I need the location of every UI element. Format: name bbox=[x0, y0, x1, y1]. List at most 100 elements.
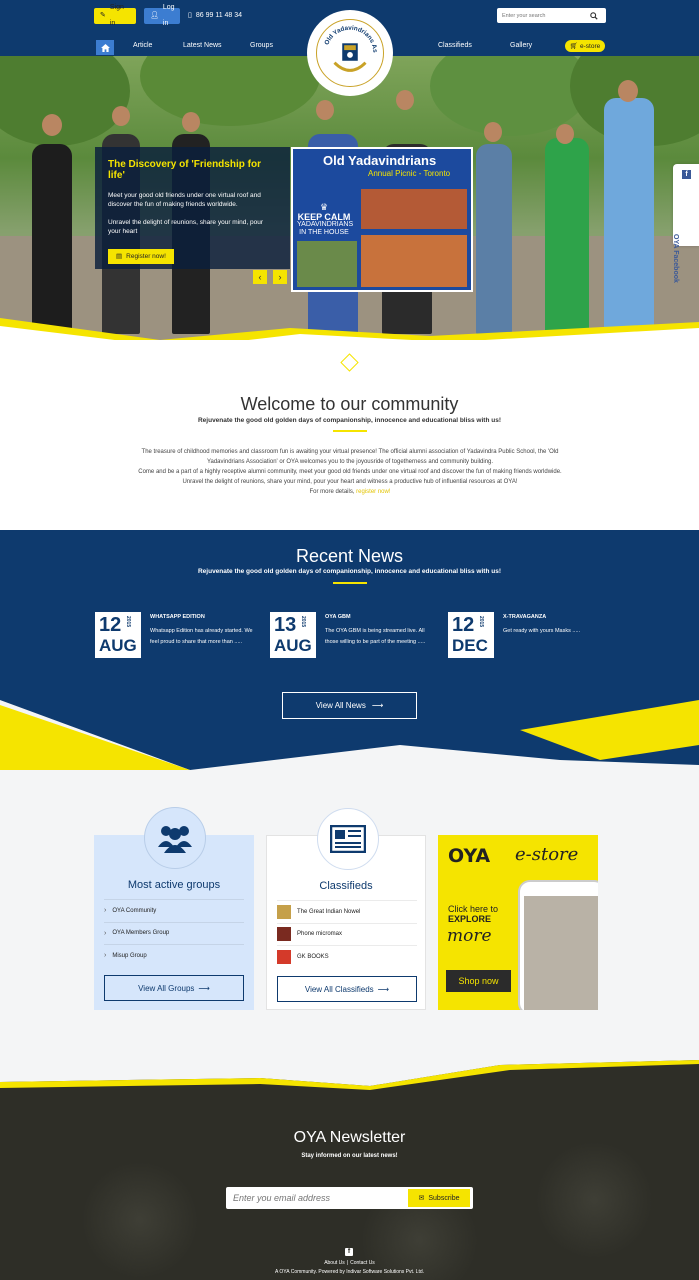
news-item-title[interactable]: WHATSAPP EDITION bbox=[150, 614, 205, 620]
oya-logo[interactable]: Old Yadavindrians Association bbox=[311, 14, 389, 92]
phone-number: ▯ 86 99 11 48 34 bbox=[188, 11, 243, 20]
news-item-title[interactable]: X-TRAVAGANZA bbox=[503, 614, 546, 620]
classified-item[interactable]: The Great Indian Nowel bbox=[277, 900, 417, 923]
search-icon[interactable] bbox=[587, 9, 600, 22]
classifieds-title: Classifieds bbox=[319, 880, 373, 892]
edit-icon: ✎ bbox=[100, 12, 106, 19]
group-item[interactable]: › OYA Community bbox=[104, 899, 244, 922]
facebook-side-label: OYA Facebook bbox=[672, 234, 679, 283]
arrow-right-icon: ⟶ bbox=[198, 983, 210, 993]
contact-us-link[interactable]: Contact Us bbox=[350, 1260, 375, 1266]
log-in-label: Log in bbox=[162, 4, 175, 27]
view-all-groups-button[interactable]: View All Groups ⟶ bbox=[104, 975, 244, 1001]
newsletter-subtitle: Stay informed on our latest news! bbox=[301, 1153, 398, 1159]
view-all-classifieds-button[interactable]: View All Classifieds ⟶ bbox=[277, 976, 417, 1002]
chevron-right-icon: › bbox=[104, 952, 107, 960]
cart-icon: 🛒︎ bbox=[569, 43, 579, 50]
log-in-button[interactable]: 👤︎ Log in bbox=[144, 4, 180, 27]
item-thumbnail bbox=[277, 904, 291, 919]
divider bbox=[333, 582, 367, 584]
register-now-button[interactable]: ▤ Register now! bbox=[108, 248, 174, 264]
chevron-right-icon: › bbox=[278, 272, 282, 282]
users-icon bbox=[158, 826, 192, 853]
item-thumbnail bbox=[277, 927, 291, 942]
register-label: Register now! bbox=[126, 252, 166, 260]
item-thumbnail bbox=[277, 949, 291, 964]
newsletter-form: ✉ Subscribe bbox=[226, 1187, 473, 1209]
news-item[interactable]: 12 2015 AUG WHATSAPP EDITION Whatsapp Ed… bbox=[95, 612, 255, 662]
chevron-right-icon: › bbox=[104, 907, 107, 915]
date-box: 13 2015 AUG bbox=[270, 612, 316, 658]
news-item-text: The OYA GBM is being streamed live. All … bbox=[325, 628, 426, 645]
facebook-side-tab[interactable]: f OYA Facebook bbox=[672, 164, 699, 283]
search-input[interactable] bbox=[497, 9, 587, 22]
facebook-icon[interactable]: f bbox=[345, 1248, 353, 1256]
hero-caption: The Discovery of 'Friendship for life' M… bbox=[95, 147, 290, 269]
welcome-title: Welcome to our community bbox=[240, 394, 459, 414]
copyright: A OYA Community. Powered by Indivar Soft… bbox=[274, 1269, 425, 1275]
shop-now-button[interactable]: Shop now bbox=[446, 970, 511, 992]
newsletter-title: OYA Newsletter bbox=[293, 1129, 406, 1146]
news-title: Recent News bbox=[295, 546, 404, 566]
divider bbox=[333, 430, 367, 432]
user-icon: 👤︎ bbox=[150, 12, 159, 19]
nav-article[interactable]: Article bbox=[133, 42, 152, 49]
arrow-right-icon: ⟶ bbox=[377, 984, 390, 994]
hero-slider: The Discovery of 'Friendship for life' M… bbox=[0, 56, 699, 348]
nav-latest-news[interactable]: Latest News bbox=[183, 42, 222, 49]
banner-subtitle: Annual Picnic - Toronto bbox=[368, 169, 451, 178]
sign-in-label: Sign in bbox=[109, 4, 124, 27]
subscribe-button[interactable]: ✉ Subscribe bbox=[408, 1189, 470, 1207]
news-item-text: Whatsapp Edition has already started. We… bbox=[150, 628, 253, 645]
slider-next-button[interactable]: › bbox=[273, 270, 287, 284]
news-item-title[interactable]: OYA GBM bbox=[325, 614, 351, 620]
news-item[interactable]: 12 2015 DEC X-TRAVAGANZA Get ready with … bbox=[448, 612, 608, 662]
estore-label: e-store bbox=[580, 42, 601, 50]
email-field[interactable] bbox=[229, 1190, 404, 1206]
diamond-icon bbox=[340, 353, 359, 372]
estore-oya-text: OYA bbox=[448, 845, 491, 867]
banner-title: Old Yadavindrians bbox=[323, 153, 437, 168]
nav-classifieds[interactable]: Classifieds bbox=[438, 42, 472, 49]
group-item[interactable]: › OYA Members Group bbox=[104, 921, 244, 945]
date-box: 12 2015 AUG bbox=[95, 612, 141, 658]
nav-groups[interactable]: Groups bbox=[250, 42, 273, 49]
document-icon: ▤ bbox=[116, 253, 123, 260]
news-item[interactable]: 13 2015 AUG OYA GBM The OYA GBM is being… bbox=[270, 612, 430, 662]
news-item-text: Get ready with yours Masks ..... bbox=[503, 628, 581, 634]
groups-icon-circle bbox=[144, 807, 206, 869]
keep-calm-text: ♛ KEEP CALM YADAVINDRIANS IN THE HOUSE bbox=[297, 202, 354, 237]
phone-text: 86 99 11 48 34 bbox=[195, 11, 243, 19]
about-us-link[interactable]: About Us bbox=[324, 1260, 345, 1266]
estore-store-text: e-store bbox=[515, 844, 579, 865]
newspaper-icon bbox=[330, 825, 366, 853]
mobile-icon: ▯ bbox=[188, 12, 192, 19]
welcome-body: The treasure of childhood memories and c… bbox=[138, 449, 562, 495]
envelope-icon: ✉ bbox=[418, 1195, 425, 1202]
search-box bbox=[497, 8, 606, 23]
hero-title: The Discovery of 'Friendship for life' bbox=[108, 159, 261, 181]
news-subtitle: Rejuvenate the good old golden days of c… bbox=[197, 568, 501, 575]
cards-section: Most active groups › OYA Community › OYA M… bbox=[0, 770, 699, 1080]
slider-prev-button[interactable]: ‹ bbox=[253, 270, 267, 284]
estore-button[interactable]: 🛒︎ e-store bbox=[565, 40, 605, 52]
chevron-right-icon: › bbox=[104, 929, 107, 937]
hero-text-2: Unravel the delight of reunions, share y… bbox=[108, 219, 264, 235]
sign-in-button[interactable]: ✎ Sign in bbox=[94, 4, 136, 27]
group-item[interactable]: › Misup Group bbox=[104, 944, 244, 967]
hero-text-1: Meet your good old friends under one vir… bbox=[108, 192, 261, 208]
classifieds-icon-circle bbox=[317, 808, 379, 870]
phone-mockup bbox=[518, 880, 598, 1010]
classified-item[interactable]: Phone micromax bbox=[277, 922, 417, 946]
chevron-left-icon: ‹ bbox=[258, 272, 262, 282]
logo-crest: Old Yadavindrians Association bbox=[317, 19, 378, 72]
welcome-section: Welcome to our community Rejuvenate the … bbox=[0, 340, 699, 530]
classified-item[interactable]: GK BOOKS bbox=[277, 945, 417, 968]
picnic-banner: Old Yadavindrians Annual Picnic - Toront… bbox=[291, 147, 473, 292]
estore-banner[interactable]: OYA e-store Click here to EXPLORE more Sh… bbox=[438, 835, 598, 1010]
footer-links: About Us | Contact Us bbox=[324, 1260, 375, 1266]
date-box: 12 2015 DEC bbox=[448, 612, 494, 658]
facebook-icon: f bbox=[682, 170, 691, 179]
register-link[interactable]: register now! bbox=[356, 489, 390, 495]
nav-gallery[interactable]: Gallery bbox=[510, 42, 532, 49]
